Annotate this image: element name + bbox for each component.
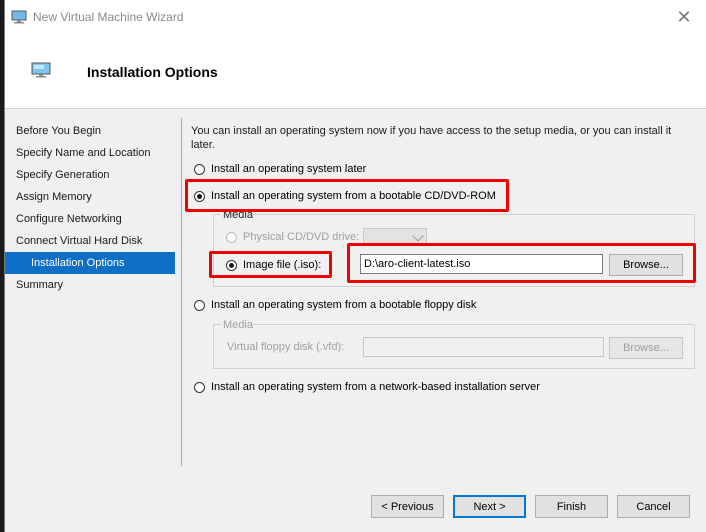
nav-item-installation-options[interactable]: Installation Options bbox=[5, 252, 175, 274]
nav-item-connect-virtual-hard-disk[interactable]: Connect Virtual Hard Disk bbox=[5, 230, 175, 252]
window-title: New Virtual Machine Wizard bbox=[33, 10, 184, 24]
radio-install-later[interactable] bbox=[194, 163, 205, 175]
nav-item-summary[interactable]: Summary bbox=[5, 274, 175, 296]
next-button[interactable]: Next > bbox=[453, 495, 526, 518]
option-install-from-floppy[interactable]: Install an operating system from a boota… bbox=[194, 299, 476, 311]
virtual-floppy-path-input[interactable] bbox=[363, 337, 604, 357]
nav-item-configure-networking[interactable]: Configure Networking bbox=[5, 208, 175, 230]
browse-vfd-button[interactable]: Browse... bbox=[609, 337, 683, 359]
floppy-media-label: Media bbox=[223, 319, 253, 331]
intro-text: You can install an operating system now … bbox=[191, 125, 672, 151]
virtual-machine-icon bbox=[31, 62, 51, 78]
option-install-from-floppy-label: Install an operating system from a boota… bbox=[211, 299, 477, 311]
radio-install-from-floppy[interactable] bbox=[194, 299, 205, 311]
option-install-later-label: Install an operating system later bbox=[211, 163, 367, 175]
finish-button[interactable]: Finish bbox=[535, 495, 608, 518]
wizard-steps-nav: Before You Begin Specify Name and Locati… bbox=[5, 120, 175, 296]
option-install-from-network[interactable]: Install an operating system from a netwo… bbox=[194, 381, 540, 393]
virtual-machine-icon bbox=[11, 10, 27, 24]
nav-divider bbox=[181, 118, 182, 466]
highlight-iso-path bbox=[347, 243, 696, 283]
option-install-from-network-label: Install an operating system from a netwo… bbox=[211, 381, 540, 393]
nav-item-assign-memory[interactable]: Assign Memory bbox=[5, 186, 175, 208]
physical-drive-label: Physical CD/DVD drive: bbox=[243, 231, 360, 243]
virtual-floppy-label: Virtual floppy disk (.vfd): bbox=[227, 341, 345, 353]
highlight-image-file-option bbox=[209, 251, 332, 278]
nav-item-specify-name-and-location[interactable]: Specify Name and Location bbox=[5, 142, 175, 164]
nav-item-before-you-begin[interactable]: Before You Begin bbox=[5, 120, 175, 142]
nav-item-specify-generation[interactable]: Specify Generation bbox=[5, 164, 175, 186]
wizard-window: New Virtual Machine Wizard ✕ Installatio… bbox=[4, 0, 706, 532]
radio-install-from-network[interactable] bbox=[194, 381, 205, 393]
radio-physical-drive[interactable] bbox=[226, 231, 237, 243]
option-physical-drive[interactable]: Physical CD/DVD drive: bbox=[226, 231, 359, 243]
option-install-later[interactable]: Install an operating system later bbox=[194, 163, 366, 175]
previous-button[interactable]: < Previous bbox=[371, 495, 444, 518]
chevron-down-icon bbox=[412, 230, 424, 242]
installation-options-panel: You can install an operating system now … bbox=[185, 0, 701, 532]
highlight-cd-option bbox=[185, 179, 509, 212]
cancel-button[interactable]: Cancel bbox=[617, 495, 690, 518]
